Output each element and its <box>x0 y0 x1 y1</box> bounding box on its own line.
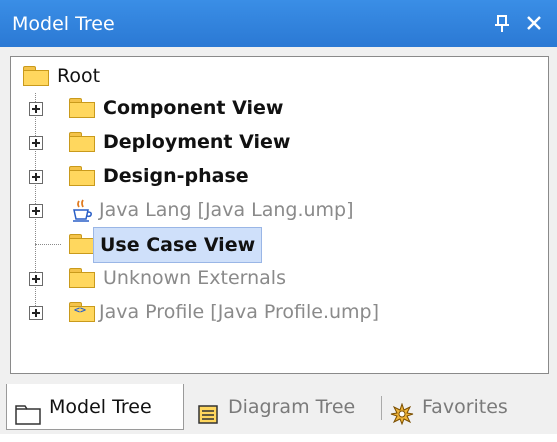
tree-node-use-case-view[interactable]: Use Case View <box>29 227 329 263</box>
panel-titlebar[interactable]: Model Tree <box>0 0 557 47</box>
tree-node-deployment-view[interactable]: Deployment View <box>29 127 329 157</box>
model-tree-panel: Model Tree Root Component View Deploymen… <box>0 0 557 434</box>
tree-node-label: Java Profile [Java Profile.ump] <box>99 301 380 323</box>
tab-diagram-tree[interactable]: Diagram Tree <box>192 384 372 430</box>
tree-node-root[interactable]: Root <box>23 61 223 91</box>
tree-node-label: Root <box>57 65 101 87</box>
folder-icon <box>69 234 95 254</box>
code-folder-icon: <> <box>69 302 95 322</box>
panel-title: Model Tree <box>12 13 115 35</box>
diagram-list-icon <box>196 396 222 424</box>
tree-node-label: Design-phase <box>103 165 249 187</box>
close-icon[interactable] <box>523 11 545 35</box>
folder-icon <box>23 66 49 86</box>
tab-separator <box>381 396 382 420</box>
tree-node-component-view[interactable]: Component View <box>29 93 329 123</box>
expand-toggle-icon[interactable] <box>29 136 43 150</box>
tree-node-unknown-externals[interactable]: Unknown Externals <box>29 263 329 293</box>
tree-node-java-profile[interactable]: <> Java Profile [Java Profile.ump] <box>29 297 469 327</box>
expand-toggle-icon[interactable] <box>29 306 43 320</box>
expand-toggle-icon[interactable] <box>29 204 43 218</box>
tree-node-label: Deployment View <box>103 131 291 153</box>
pin-icon[interactable] <box>491 11 513 35</box>
tree-node-label-selected: Use Case View <box>93 227 263 263</box>
folder-icon <box>15 396 41 425</box>
folder-icon <box>69 98 95 118</box>
pin-icon-graphic <box>495 15 509 32</box>
tab-favorites[interactable]: Favorites <box>388 384 538 430</box>
close-icon-graphic <box>527 16 541 30</box>
tab-label: Favorites <box>422 396 508 418</box>
panel-tab-bar: Model Tree Diagram Tree Favorites <box>0 384 557 434</box>
tree-node-label: Component View <box>103 97 284 119</box>
tree-node-label: Java Lang [Java Lang.ump] <box>99 199 354 221</box>
java-coffee-icon <box>71 198 93 222</box>
expand-toggle-icon[interactable] <box>29 170 43 184</box>
tree-node-design-phase[interactable]: Design-phase <box>29 161 329 191</box>
folder-icon <box>69 132 95 152</box>
folder-icon <box>69 268 95 288</box>
tab-model-tree[interactable]: Model Tree <box>6 384 184 430</box>
tree-node-label: Unknown Externals <box>103 267 286 289</box>
tab-label: Model Tree <box>49 396 152 418</box>
star-burst-icon <box>390 396 416 426</box>
tab-label: Diagram Tree <box>228 396 356 418</box>
expand-toggle-icon[interactable] <box>29 102 43 116</box>
tree-node-java-lang[interactable]: Java Lang [Java Lang.ump] <box>29 195 429 225</box>
folder-icon <box>69 166 95 186</box>
model-tree-view[interactable]: Root Component View Deployment View Desi… <box>10 56 549 374</box>
expand-toggle-icon[interactable] <box>29 272 43 286</box>
